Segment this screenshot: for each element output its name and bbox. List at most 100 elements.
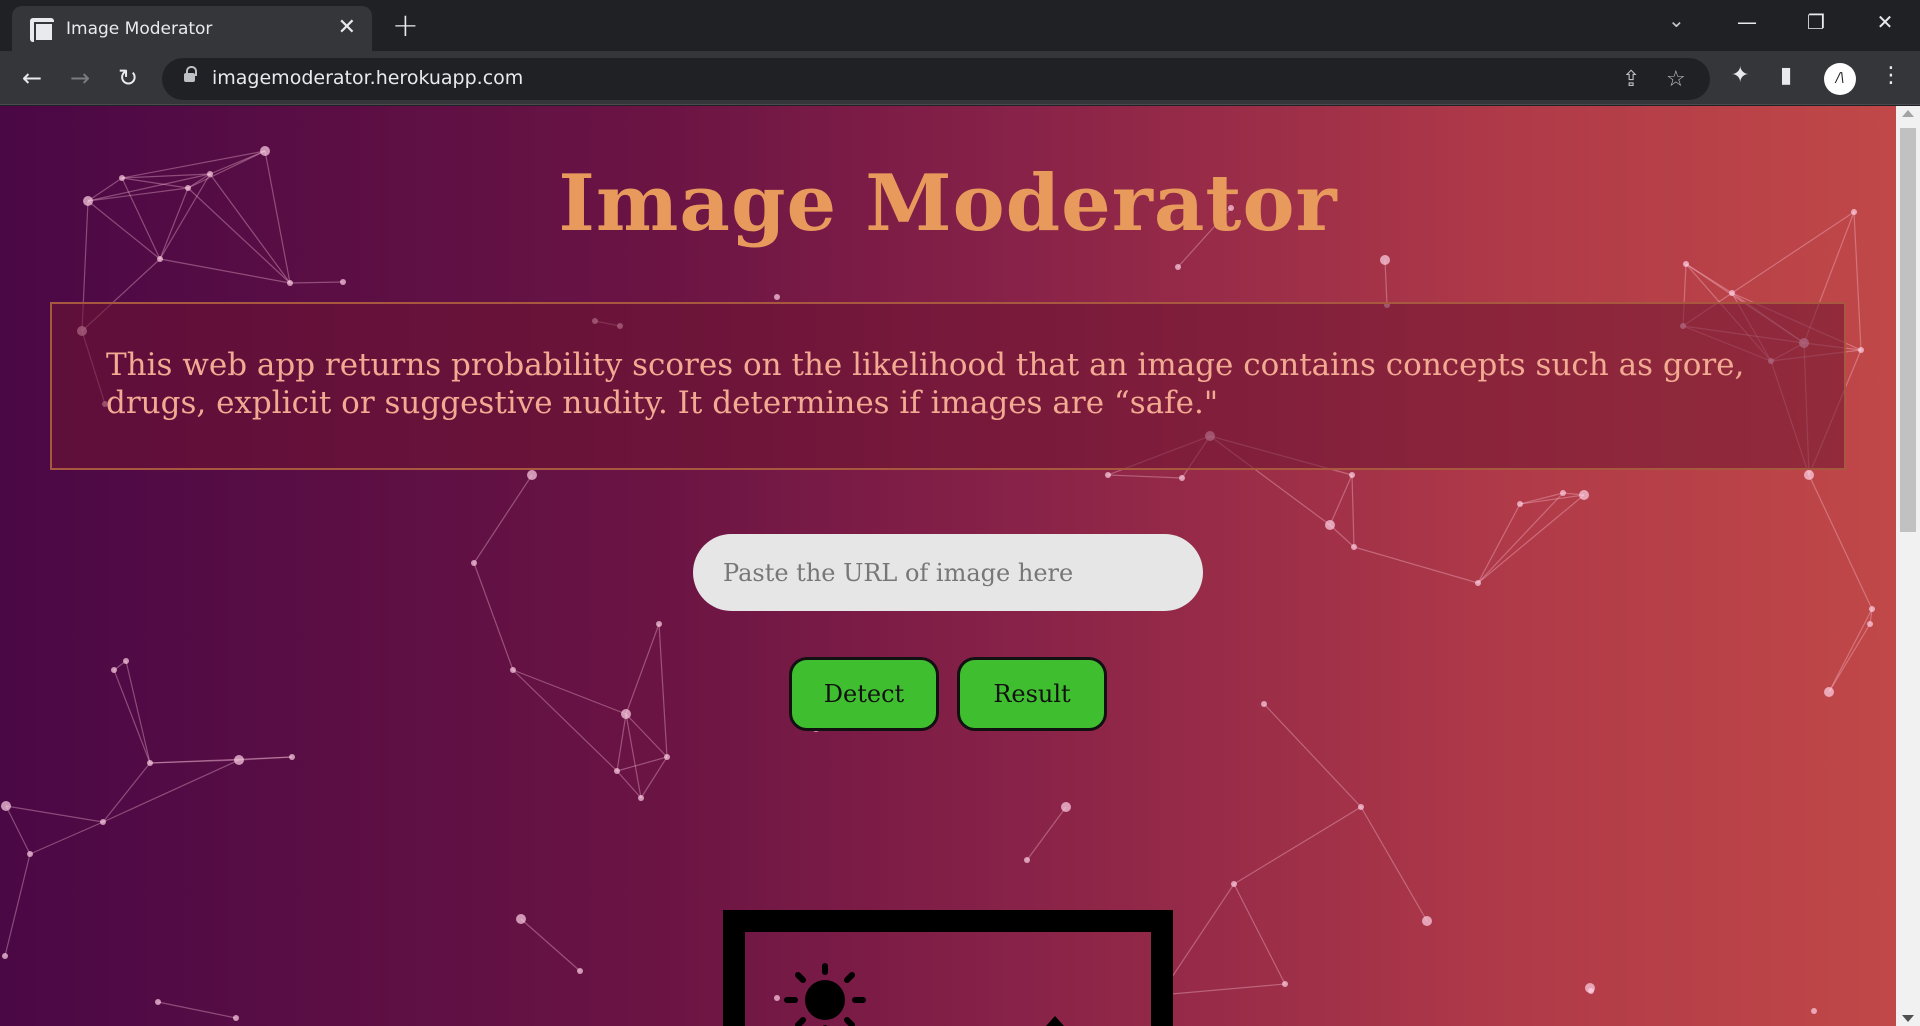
network-line bbox=[102, 759, 240, 823]
tab-search-icon[interactable]: ⌄ bbox=[1668, 8, 1685, 32]
network-dot bbox=[471, 560, 477, 566]
network-dot bbox=[123, 658, 129, 664]
network-line bbox=[616, 713, 627, 772]
network-line bbox=[1233, 806, 1362, 885]
network-dot bbox=[510, 667, 516, 673]
network-line bbox=[157, 1001, 237, 1019]
profile-avatar[interactable]: /\ bbox=[1824, 63, 1856, 95]
page-content: Image Moderator This web app returns pro… bbox=[0, 106, 1896, 1026]
share-icon[interactable]: ⇪ bbox=[1622, 67, 1640, 92]
network-line bbox=[473, 562, 514, 671]
extensions-icon[interactable]: ✦ bbox=[1731, 63, 1749, 88]
scroll-up-arrow-icon[interactable] bbox=[1902, 110, 1914, 117]
network-dot bbox=[157, 256, 163, 262]
network-dot bbox=[527, 470, 537, 480]
window-close-button[interactable]: ✕ bbox=[1865, 5, 1905, 39]
scroll-down-arrow-icon[interactable] bbox=[1902, 1015, 1914, 1022]
forward-button[interactable]: → bbox=[62, 60, 98, 96]
network-dot bbox=[111, 667, 117, 673]
network-dot bbox=[577, 968, 583, 974]
network-line bbox=[1384, 259, 1388, 306]
url-text[interactable]: imagemoderator.herokuapp.com bbox=[212, 67, 523, 89]
network-line bbox=[1233, 883, 1286, 985]
network-dot bbox=[621, 709, 631, 719]
network-line bbox=[4, 853, 31, 957]
network-dot bbox=[27, 851, 33, 857]
network-dot bbox=[233, 1015, 239, 1021]
network-line bbox=[1329, 474, 1353, 526]
network-dot bbox=[774, 294, 780, 300]
network-dot bbox=[1061, 802, 1071, 812]
network-line bbox=[1107, 474, 1183, 479]
network-dot bbox=[614, 768, 620, 774]
network-dot bbox=[1231, 881, 1237, 887]
bookmark-star-icon[interactable]: ☆ bbox=[1666, 67, 1686, 92]
network-dot bbox=[340, 279, 346, 285]
network-dot bbox=[1380, 255, 1390, 265]
network-dot bbox=[147, 760, 153, 766]
network-line bbox=[102, 762, 151, 823]
network-dot bbox=[656, 621, 662, 627]
network-dot bbox=[1585, 983, 1595, 993]
network-dot bbox=[1867, 621, 1873, 627]
vertical-scrollbar[interactable] bbox=[1896, 106, 1920, 1026]
network-dot bbox=[1351, 544, 1357, 550]
browser-toolbar: ← → ↻ imagemoderator.herokuapp.com ⇪ ☆ ✦… bbox=[0, 51, 1920, 105]
detect-button[interactable]: Detect bbox=[789, 657, 939, 731]
network-line bbox=[1353, 546, 1479, 584]
network-dot bbox=[100, 819, 106, 825]
network-dot bbox=[1024, 857, 1030, 863]
lock-icon[interactable] bbox=[184, 66, 197, 84]
network-dot bbox=[155, 999, 161, 1005]
network-line bbox=[625, 623, 660, 715]
result-button[interactable]: Result bbox=[957, 657, 1107, 731]
network-dot bbox=[1475, 580, 1481, 586]
tab-title: Image Moderator bbox=[66, 19, 213, 39]
minimize-button[interactable]: — bbox=[1727, 5, 1767, 39]
image-placeholder-icon bbox=[723, 910, 1173, 1026]
network-line bbox=[289, 281, 344, 284]
browser-tab[interactable]: Image Moderator ✕ bbox=[12, 6, 372, 51]
network-dot bbox=[1179, 475, 1185, 481]
scroll-thumb[interactable] bbox=[1900, 128, 1916, 532]
network-dot bbox=[1824, 687, 1834, 697]
image-url-input[interactable] bbox=[693, 534, 1203, 611]
network-dot bbox=[1349, 472, 1355, 478]
network-line bbox=[1828, 608, 1873, 693]
new-tab-button[interactable]: + bbox=[392, 8, 419, 42]
network-dot bbox=[1175, 264, 1181, 270]
network-line bbox=[125, 660, 151, 764]
network-line bbox=[520, 918, 581, 972]
network-dot bbox=[1858, 347, 1864, 353]
network-line bbox=[1360, 806, 1428, 922]
network-dot bbox=[664, 754, 670, 760]
address-bar[interactable]: imagemoderator.herokuapp.com ⇪ ☆ bbox=[162, 58, 1710, 100]
tab-bar: Image Moderator ✕ + ⌄ — ❐ ✕ bbox=[0, 0, 1920, 51]
mountain-icon bbox=[1046, 1016, 1064, 1026]
network-line bbox=[512, 669, 618, 772]
network-line bbox=[159, 258, 291, 284]
network-dot bbox=[638, 795, 644, 801]
description-box: This web app returns probability scores … bbox=[50, 302, 1846, 470]
back-button[interactable]: ← bbox=[14, 60, 50, 96]
network-line bbox=[5, 805, 104, 823]
menu-kebab-icon[interactable]: ⋮ bbox=[1880, 63, 1902, 88]
network-dot bbox=[260, 146, 270, 156]
network-dot bbox=[1804, 470, 1814, 480]
network-dot bbox=[1282, 981, 1288, 987]
reload-button[interactable]: ↻ bbox=[110, 60, 146, 96]
restore-button[interactable]: ❐ bbox=[1796, 5, 1836, 39]
network-dot bbox=[289, 754, 295, 760]
network-dot bbox=[1579, 490, 1589, 500]
network-dot bbox=[1261, 701, 1267, 707]
network-dot bbox=[234, 755, 244, 765]
network-dot bbox=[1811, 1008, 1817, 1014]
network-line bbox=[1828, 623, 1871, 693]
network-line bbox=[5, 805, 31, 855]
close-tab-icon[interactable]: ✕ bbox=[338, 15, 356, 41]
network-line bbox=[1159, 983, 1286, 996]
side-panel-icon[interactable]: ▮ bbox=[1780, 63, 1792, 88]
network-dot bbox=[1683, 261, 1689, 267]
description-text: This web app returns probability scores … bbox=[106, 347, 1745, 421]
network-dot bbox=[1869, 606, 1875, 612]
